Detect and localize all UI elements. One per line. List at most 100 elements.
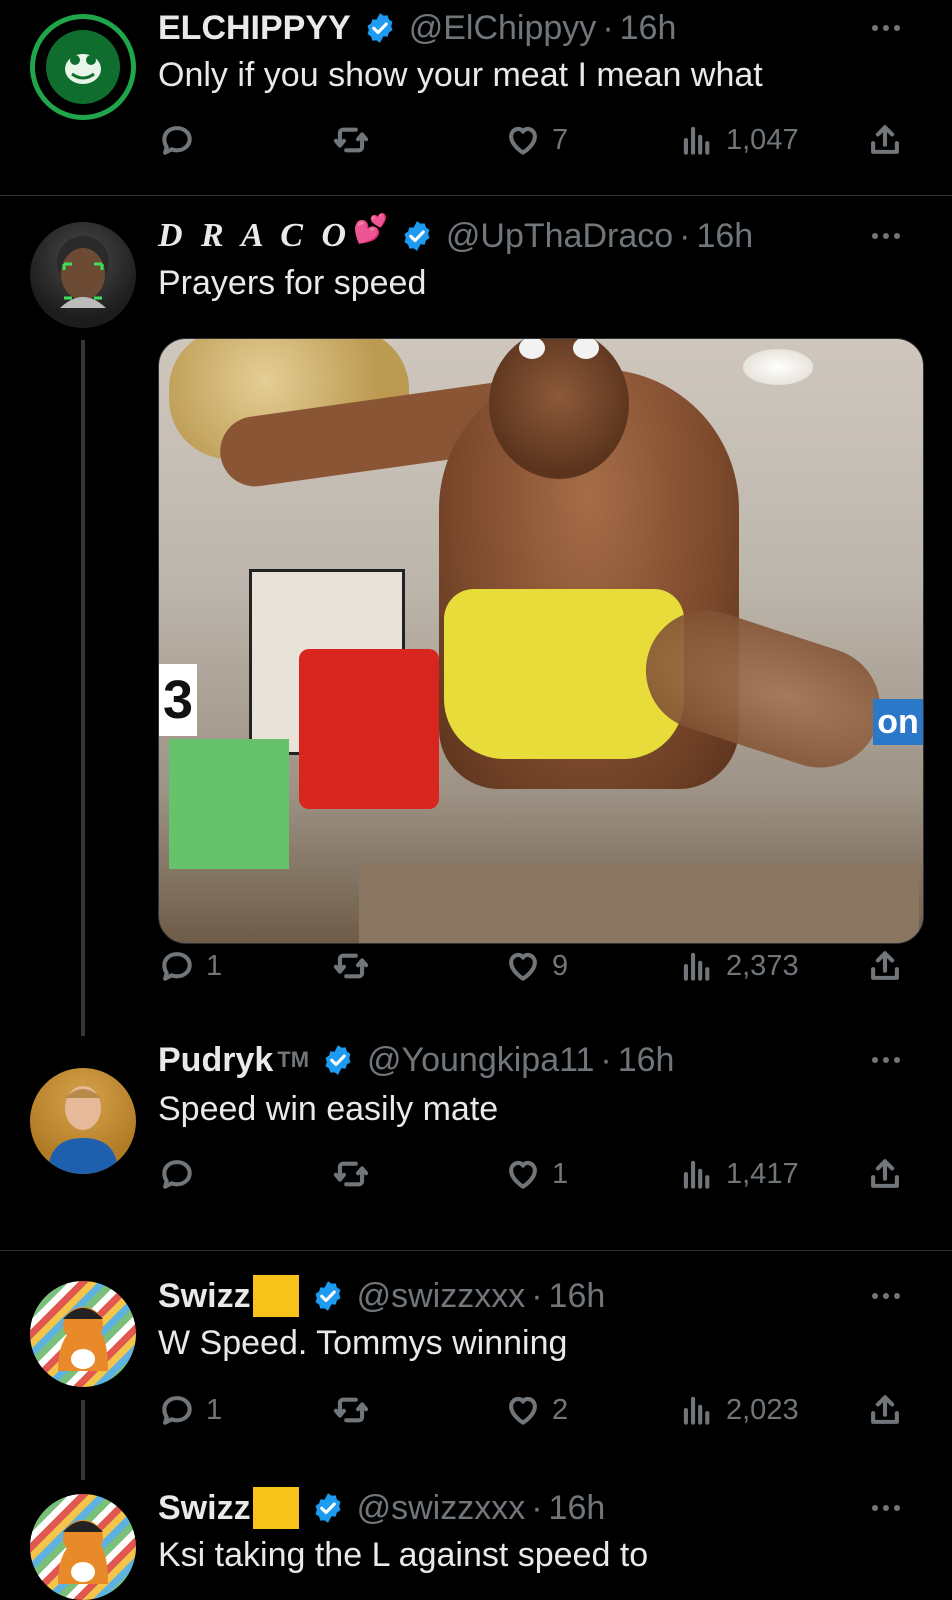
views-button[interactable]: 1,417 (678, 1152, 799, 1196)
retweet-icon (332, 121, 370, 159)
verified-badge-icon (363, 11, 397, 45)
player-photo-icon (48, 1086, 118, 1174)
reply-icon (158, 121, 196, 159)
tweet-header: Pudryk TM @Youngkipa11 · 16h (158, 1040, 674, 1080)
action-bar: 1 2 2,023 (158, 1388, 918, 1432)
tweet-header: Swizz @swizzxxx · 16h (158, 1275, 606, 1317)
like-button[interactable]: 9 (504, 944, 568, 988)
retweet-icon (332, 947, 370, 985)
retweet-icon (332, 1391, 370, 1429)
display-name[interactable]: D R A C O (158, 217, 351, 255)
reply-count: 1 (206, 949, 223, 982)
frog-logo-icon (46, 30, 120, 104)
views-button[interactable]: 1,047 (678, 118, 799, 162)
cartoon-fox-icon (58, 1307, 108, 1371)
handle[interactable]: @ElChippyy (409, 9, 597, 48)
like-button[interactable]: 7 (504, 118, 568, 162)
heart-icon (504, 1155, 542, 1193)
avatar[interactable] (30, 222, 136, 328)
more-options-icon[interactable] (872, 1488, 900, 1528)
reply-button[interactable]: 1 (158, 1388, 222, 1432)
view-count: 1,047 (726, 123, 799, 156)
views-icon (678, 947, 716, 985)
tweet-text: Speed win easily mate (158, 1090, 499, 1128)
share-button[interactable] (866, 1152, 904, 1196)
views-icon (678, 1155, 716, 1193)
verified-badge-icon (311, 1491, 345, 1525)
handle[interactable]: @swizzxxx (357, 1277, 526, 1316)
desk (359, 863, 919, 943)
share-icon (866, 947, 904, 985)
timestamp[interactable]: 16h (618, 1041, 675, 1080)
display-name[interactable]: Pudryk (158, 1041, 273, 1080)
like-button[interactable]: 1 (504, 1152, 568, 1196)
view-count: 1,417 (726, 1157, 799, 1190)
display-name[interactable]: ELCHIPPYY (158, 9, 351, 48)
like-count: 2 (552, 1393, 569, 1426)
heart-icon (504, 1391, 542, 1429)
yellow-square-emoji (252, 1487, 299, 1529)
avatar[interactable] (30, 1281, 136, 1387)
more-options-icon[interactable] (872, 1040, 900, 1080)
like-button[interactable]: 2 (504, 1388, 568, 1432)
thread-line (81, 1400, 85, 1480)
red-jersey (299, 649, 439, 809)
display-name[interactable]: Swizz (158, 1277, 251, 1316)
handle[interactable]: @swizzxxx (357, 1489, 526, 1528)
face-photo-icon (57, 236, 109, 308)
verified-badge-icon (321, 1043, 355, 1077)
heart-icon (504, 947, 542, 985)
avatar[interactable] (30, 1494, 136, 1600)
tweet-media-image[interactable]: 3 on (158, 338, 924, 944)
reply-button[interactable] (158, 118, 206, 162)
green-jersey (169, 739, 289, 869)
divider (0, 1250, 952, 1251)
avatar[interactable] (30, 1068, 136, 1174)
reply-count: 1 (206, 1393, 223, 1426)
display-name[interactable]: Swizz (158, 1489, 251, 1528)
tweet-header: Swizz @swizzxxx · 16h (158, 1487, 606, 1529)
separator: · (531, 1276, 543, 1315)
share-icon (866, 1155, 904, 1193)
timestamp[interactable]: 16h (620, 9, 677, 48)
views-button[interactable]: 2,023 (678, 1388, 799, 1432)
reply-icon (158, 947, 196, 985)
retweet-button[interactable] (332, 1388, 370, 1432)
timestamp[interactable]: 16h (696, 217, 753, 256)
verified-badge-icon (311, 1279, 345, 1313)
number-sign: 3 (159, 664, 197, 736)
view-count: 2,373 (726, 949, 799, 982)
hearts-emoji: 💕 (353, 212, 388, 244)
share-icon (866, 121, 904, 159)
thread-line (81, 340, 85, 1036)
retweet-button[interactable] (332, 118, 370, 162)
more-options-icon[interactable] (872, 8, 900, 48)
handle[interactable]: @Youngkipa11 (367, 1041, 594, 1080)
yellow-square-emoji (252, 1275, 299, 1317)
retweet-icon (332, 1155, 370, 1193)
timestamp[interactable]: 16h (549, 1277, 606, 1316)
reply-button[interactable] (158, 1152, 206, 1196)
separator: · (600, 1040, 612, 1079)
separator: · (679, 216, 691, 255)
retweet-button[interactable] (332, 944, 370, 988)
retweet-button[interactable] (332, 1152, 370, 1196)
ceiling-light (743, 349, 813, 385)
like-count: 1 (552, 1157, 569, 1190)
share-button[interactable] (866, 118, 904, 162)
more-options-icon[interactable] (872, 216, 900, 256)
share-button[interactable] (866, 944, 904, 988)
avatar[interactable] (30, 14, 136, 120)
more-options-icon[interactable] (872, 1276, 900, 1316)
separator: · (602, 8, 614, 47)
blue-sign: on (873, 699, 923, 745)
timestamp[interactable]: 16h (549, 1489, 606, 1528)
share-icon (866, 1391, 904, 1429)
views-button[interactable]: 2,373 (678, 944, 799, 988)
reply-button[interactable]: 1 (158, 944, 222, 988)
share-button[interactable] (866, 1388, 904, 1432)
cartoon-fox-icon (58, 1520, 108, 1584)
divider (0, 195, 952, 196)
tweet-text: Ksi taking the L against speed to (158, 1536, 649, 1574)
handle[interactable]: @UpThaDraco (446, 217, 673, 256)
